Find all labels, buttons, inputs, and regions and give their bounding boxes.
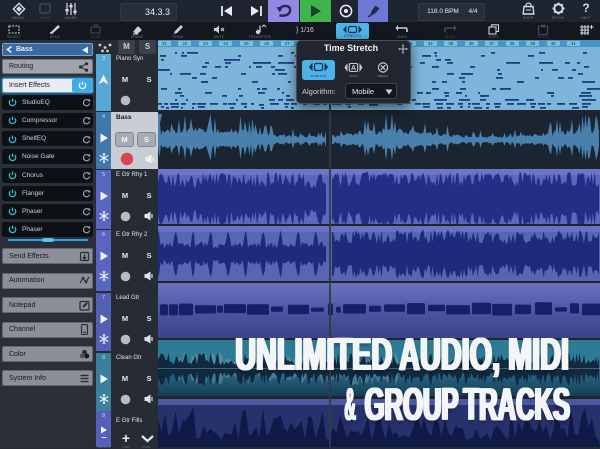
svg-text:A: A xyxy=(351,65,356,72)
